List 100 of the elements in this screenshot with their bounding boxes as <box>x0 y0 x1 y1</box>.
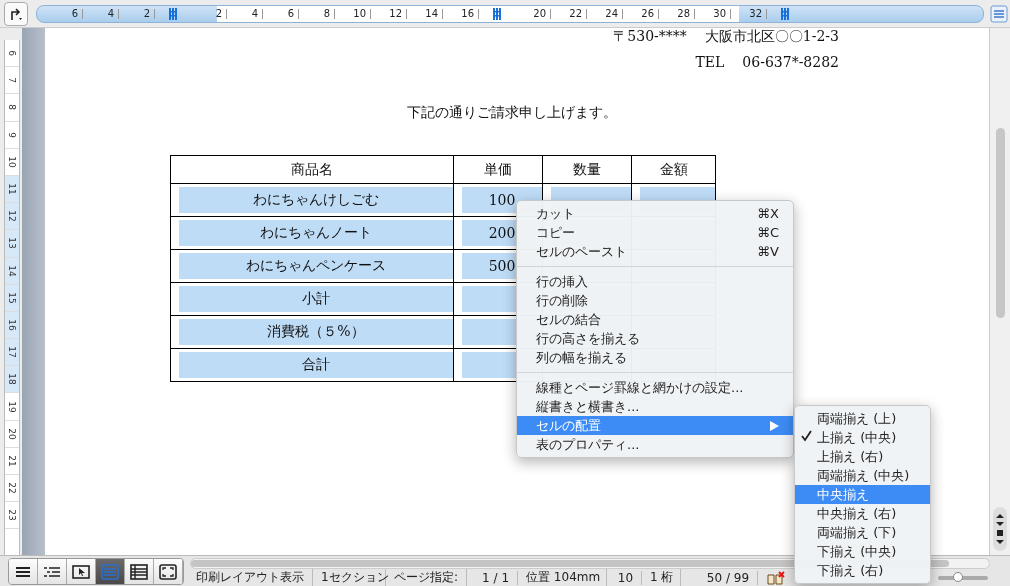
table-cell: 100 <box>488 192 516 208</box>
address: 大阪市北区〇〇1-2-3 <box>704 28 839 46</box>
menu-item[interactable]: 両端揃え (下) <box>795 523 930 542</box>
ruler-number: 7 <box>7 77 17 84</box>
table-cell: 合計 <box>302 356 330 374</box>
ruler-number: 13 <box>7 237 17 250</box>
phone-number: 06-637*-8282 <box>742 54 839 70</box>
table-cell: わにちゃんけしごむ <box>253 191 379 209</box>
view-button[interactable] <box>9 559 38 584</box>
ruler-number: 6 <box>47 8 83 19</box>
column-header: 商品名 <box>291 160 333 177</box>
ruler-number: 8 <box>7 104 17 111</box>
view-mode-icon <box>157 561 179 582</box>
ruler-number: 30 <box>695 8 731 19</box>
view-button[interactable] <box>154 559 183 584</box>
menu-item[interactable]: 両端揃え (中央) <box>795 466 930 485</box>
ruler-number: 22 <box>551 8 587 19</box>
ruler-number: 18 <box>7 373 17 386</box>
menu-item[interactable]: 上揃え (中央) <box>795 428 930 447</box>
ruler-number: 2 <box>119 8 155 19</box>
ruler-number: 20 <box>515 8 551 19</box>
column-header: 金額 <box>659 160 688 177</box>
ruler-number: 10 <box>335 8 371 19</box>
ruler-number: 22 <box>7 482 17 494</box>
menu-item[interactable]: セルのペースト ⌘V <box>517 242 793 261</box>
menu-item[interactable]: 表のプロパティ... <box>517 435 793 454</box>
ruler-number: 6 <box>7 50 17 56</box>
horizontal-ruler[interactable]: 6 4 2 2 4 6 8 10 12 14 16 20 22 24 26 28 30 32 <box>36 4 984 23</box>
menu-item[interactable]: 上揃え (右) <box>795 447 930 466</box>
submenu-arrow-icon <box>770 420 779 431</box>
view-mode-icon <box>128 561 150 582</box>
table-cell: わにちゃんペンケース <box>246 257 386 275</box>
menu-item[interactable]: 下揃え (右) <box>795 561 930 580</box>
ruler-number: 16 <box>7 319 17 331</box>
ruler-number: 4 <box>83 8 119 19</box>
word-count: 50 / 99 <box>681 570 759 585</box>
page-arrows-icon <box>995 513 1005 545</box>
ruler-number: 16 <box>443 8 479 19</box>
view-button[interactable] <box>38 559 67 584</box>
page-number: 1 / 1 <box>467 570 519 585</box>
menu-item[interactable]: 行の挿入 <box>517 272 793 291</box>
ruler-number: 8 <box>299 8 335 19</box>
ruler-number: 12 <box>7 210 17 222</box>
menu-item[interactable]: 下揃え (中央) <box>795 542 930 561</box>
menu-item[interactable]: 行の高さを揃える <box>517 329 793 348</box>
menu-item[interactable]: 列の幅を揃える <box>517 348 793 367</box>
tel-label: TEL <box>695 54 725 70</box>
cursor-position: 位置 104mm <box>518 569 608 586</box>
menu-item[interactable]: コピー ⌘C <box>517 223 793 242</box>
ruler-number: 17 <box>7 346 17 358</box>
ruler-number: 24 <box>587 8 623 19</box>
menu-item[interactable]: 両端揃え (上) <box>795 409 930 428</box>
menu-item[interactable]: 中央揃え (右) <box>795 504 930 523</box>
zoom-slider-thumb[interactable] <box>953 571 963 582</box>
column-header: 単価 <box>484 160 512 177</box>
section-count: 1セクション <box>313 569 386 586</box>
ruler-number: 14 <box>407 8 443 19</box>
table-cell: 小計 <box>302 290 330 308</box>
ruler-number: 26 <box>623 8 659 19</box>
ruler-number: 10 <box>7 156 17 168</box>
ruler-number: 32 <box>731 8 767 19</box>
ruler-number: 4 <box>227 8 263 19</box>
tab-stop-type-icon <box>9 6 23 21</box>
ruler-number: 19 <box>7 400 17 413</box>
ruler-number: 15 <box>7 292 17 304</box>
greeting-text: 下記の通りご請求申し上げます。 <box>406 104 618 122</box>
page-navigation-control[interactable] <box>993 507 1007 551</box>
view-mode-icon <box>99 561 121 582</box>
table-cell: 消費税（５%） <box>267 323 365 341</box>
tab-stop-icon <box>781 7 789 20</box>
ruler-number: 14 <box>7 264 17 277</box>
menu-item[interactable]: 行の削除 <box>517 291 793 310</box>
table-cell: 200 <box>488 225 516 241</box>
ruler-number: 6 <box>263 8 299 19</box>
ruler-number: 11 <box>7 183 17 195</box>
ruler-number: 20 <box>7 428 17 440</box>
menu-item[interactable]: カット ⌘X <box>517 204 793 223</box>
tab-type-button[interactable] <box>4 1 28 26</box>
table-cell: わにちゃんノート <box>260 224 372 242</box>
menu-item[interactable]: 線種とページ罫線と網かけの設定... <box>517 378 793 397</box>
ruler-number: 9 <box>7 131 17 138</box>
book-icon <box>766 569 787 586</box>
ruler-number: 12 <box>371 8 407 19</box>
view-button[interactable] <box>125 559 154 584</box>
document-map-icon <box>990 4 1008 23</box>
menu-item[interactable]: セルの結合 <box>517 310 793 329</box>
view-button[interactable] <box>67 559 96 584</box>
column-header: 数量 <box>573 160 601 177</box>
postal-code: 〒530-**** <box>613 28 687 46</box>
line-number: 10 <box>607 570 643 585</box>
table-cell: 500 <box>488 258 516 274</box>
tab-stop-icon <box>169 7 177 20</box>
ruler-number: 28 <box>659 8 695 19</box>
ruler-number: 21 <box>7 455 17 467</box>
ruler-number: 23 <box>7 509 17 521</box>
tab-stop-icon <box>493 7 501 20</box>
column-number: 1 桁 <box>642 569 682 586</box>
menu-item[interactable]: 縦書きと横書き... <box>517 397 793 416</box>
view-mode-label: 印刷レイアウト表示 <box>188 569 313 586</box>
vertical-scrollbar-thumb[interactable] <box>995 128 1005 318</box>
